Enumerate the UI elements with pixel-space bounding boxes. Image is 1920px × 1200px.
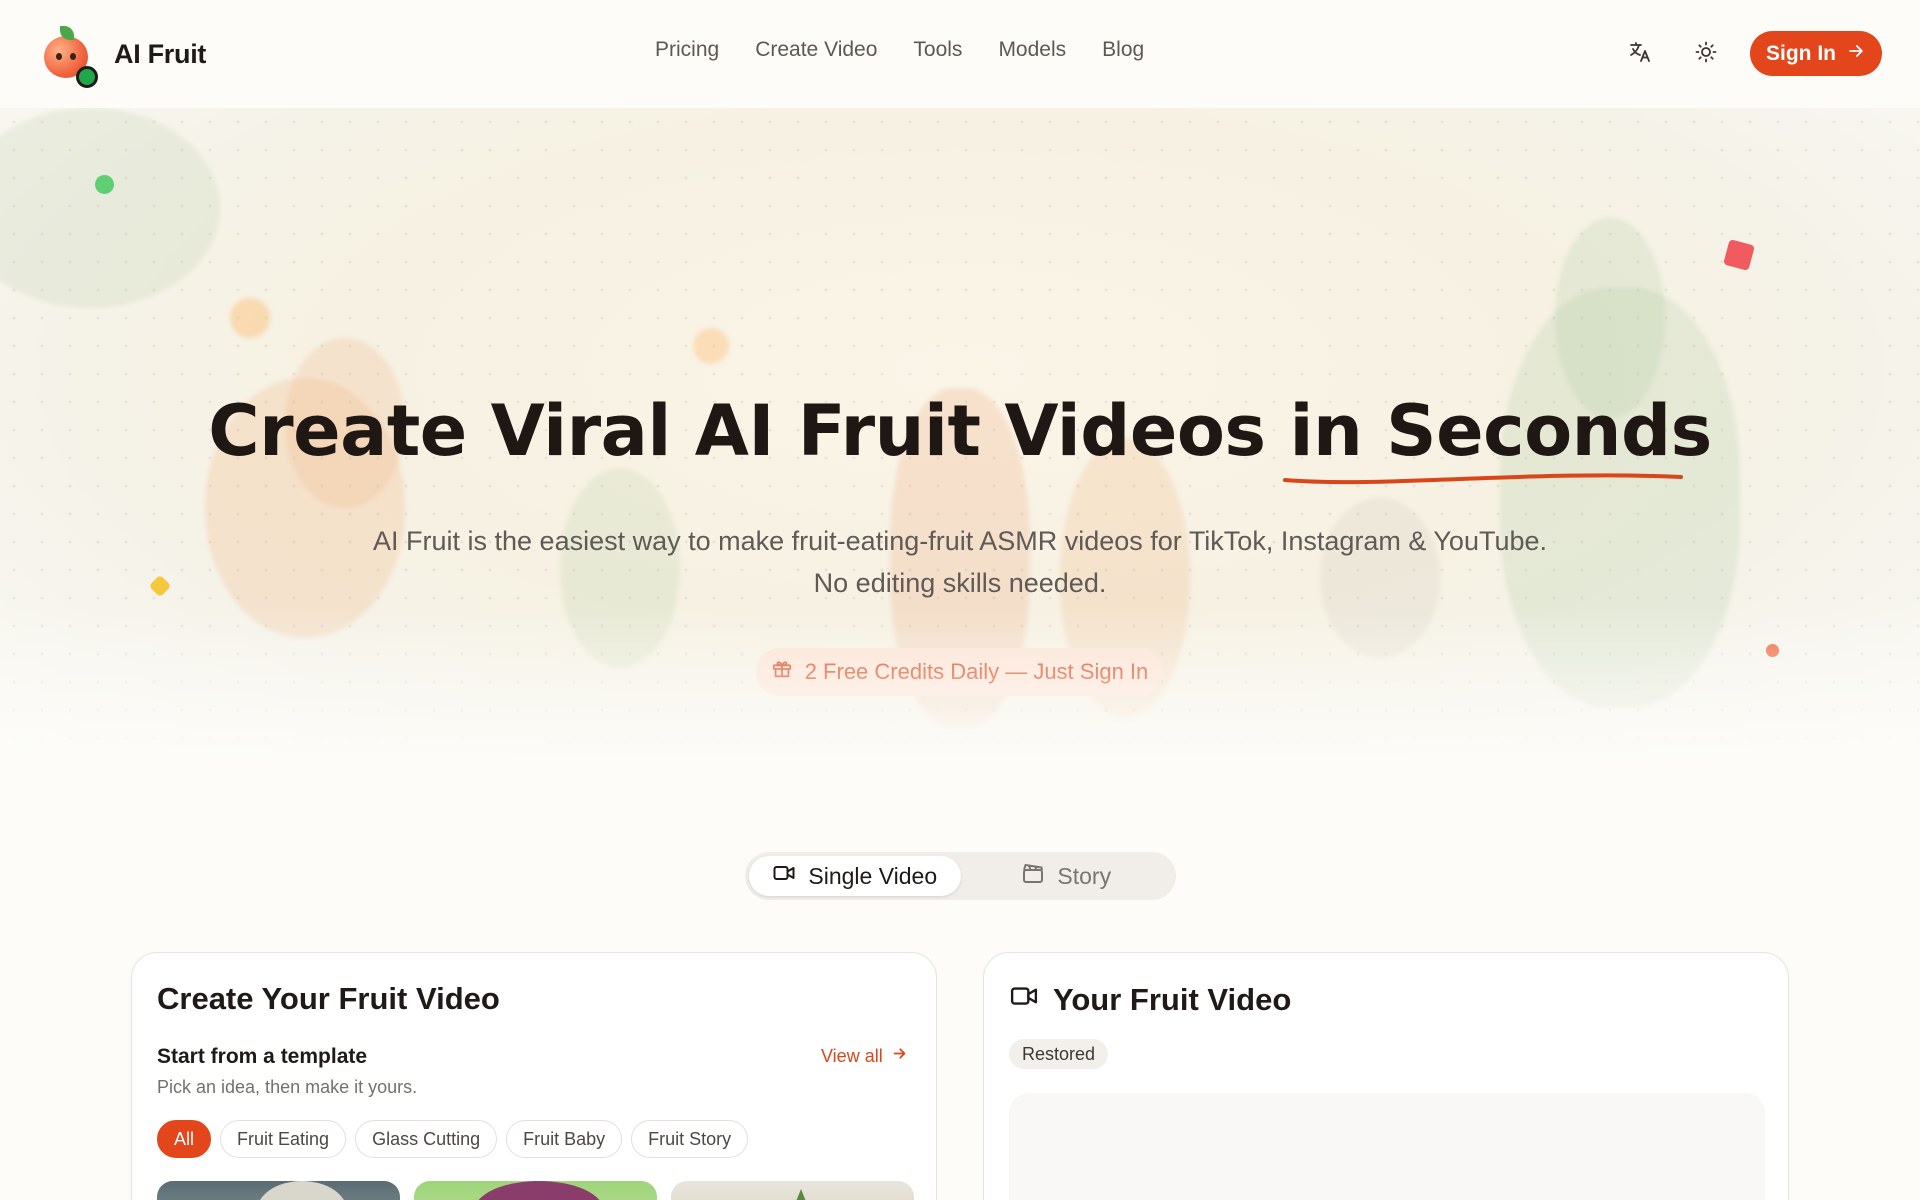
bg-flower-shape: [693, 328, 729, 364]
free-credits-label: 2 Free Credits Daily — Just Sign In: [804, 659, 1149, 684]
gift-icon: [771, 658, 793, 686]
create-card-title-text: Create Your Fruit Video: [157, 981, 500, 1016]
chip-glass-cutting[interactable]: Glass Cutting: [355, 1120, 498, 1158]
template-thumbnails: [157, 1181, 914, 1200]
clapperboard-icon: [1021, 861, 1045, 891]
hero-title: Create Viral AI Fruit Videos in Seconds: [0, 390, 1920, 485]
arrow-right-icon: [1846, 41, 1866, 67]
video-camera-icon: [772, 861, 796, 891]
status-badge: Restored: [1009, 1039, 1109, 1069]
tab-single-video[interactable]: Single Video: [749, 856, 961, 896]
tab-story-label: Story: [1057, 862, 1112, 889]
hero-title-highlight-text: in Seconds: [1289, 390, 1712, 472]
fruit-logo-icon: [42, 26, 98, 88]
nav-blog[interactable]: Blog: [1102, 38, 1144, 62]
translate-icon[interactable]: [1624, 36, 1656, 68]
hero-section: Create Viral AI Fruit Videos in Seconds …: [0, 108, 1920, 768]
nav-tools[interactable]: Tools: [913, 38, 962, 62]
tab-story[interactable]: Story: [961, 856, 1173, 896]
create-video-card: Create Your Fruit Video Start from a tem…: [131, 952, 937, 1200]
sign-in-button[interactable]: Sign In: [1750, 31, 1882, 76]
hero-subtitle-line2: No editing skills needed.: [813, 568, 1107, 598]
result-card-title-text: Your Fruit Video: [1053, 982, 1292, 1017]
sun-icon[interactable]: [1690, 36, 1722, 68]
template-section-subtitle: Pick an idea, then make it yours.: [157, 1077, 418, 1097]
sign-in-label: Sign In: [1766, 41, 1836, 65]
nav-models[interactable]: Models: [998, 38, 1066, 62]
top-header: AI Fruit Pricing Create Video Tools Mode…: [0, 0, 1920, 108]
hero-title-highlight: in Seconds: [1283, 390, 1712, 485]
hero-subtitle-line1: AI Fruit is the easiest way to make frui…: [373, 526, 1547, 556]
main-nav: Pricing Create Video Tools Models Blog: [655, 38, 1144, 62]
chip-all[interactable]: All: [157, 1120, 212, 1158]
nav-create-video[interactable]: Create Video: [755, 38, 877, 62]
video-camera-icon: [1009, 981, 1039, 1019]
chip-fruit-story[interactable]: Fruit Story: [631, 1120, 749, 1158]
template-thumbnail[interactable]: [671, 1181, 914, 1200]
template-section-title: Start from a template: [157, 1045, 368, 1068]
template-filter-chips: All Fruit Eating Glass Cutting Fruit Bab…: [157, 1120, 749, 1158]
chip-fruit-baby[interactable]: Fruit Baby: [506, 1120, 623, 1158]
brand-name: AI Fruit: [114, 38, 207, 69]
bg-flower-shape: [230, 298, 270, 338]
free-credits-pill[interactable]: 2 Free Credits Daily — Just Sign In: [756, 648, 1163, 696]
underline-squiggle: [1283, 473, 1684, 485]
result-video-card: Your Fruit Video Restored: [983, 952, 1789, 1200]
decor-dot: [1766, 644, 1779, 657]
video-preview-area: [1009, 1093, 1765, 1200]
template-thumbnail[interactable]: [157, 1181, 400, 1200]
view-all-link[interactable]: View all: [821, 1045, 908, 1067]
template-thumbnail[interactable]: [414, 1181, 657, 1200]
nav-pricing[interactable]: Pricing: [655, 38, 719, 62]
hero-title-main: Create Viral AI Fruit Videos: [208, 390, 1266, 472]
brand-logo-link[interactable]: AI Fruit: [42, 26, 207, 88]
bg-fruit-shape: [1555, 218, 1665, 418]
view-all-label: View all: [821, 1045, 883, 1066]
arrow-right-icon: [891, 1045, 908, 1067]
hero-subtitle: AI Fruit is the easiest way to make frui…: [0, 520, 1920, 604]
create-card-title: Create Your Fruit Video: [157, 981, 500, 1017]
result-card-title: Your Fruit Video: [1009, 981, 1291, 1019]
chip-fruit-eating[interactable]: Fruit Eating: [220, 1120, 347, 1158]
decor-dot: [95, 175, 114, 194]
tab-single-video-label: Single Video: [808, 862, 938, 889]
mode-toggle: Single Video Story: [745, 852, 1176, 900]
